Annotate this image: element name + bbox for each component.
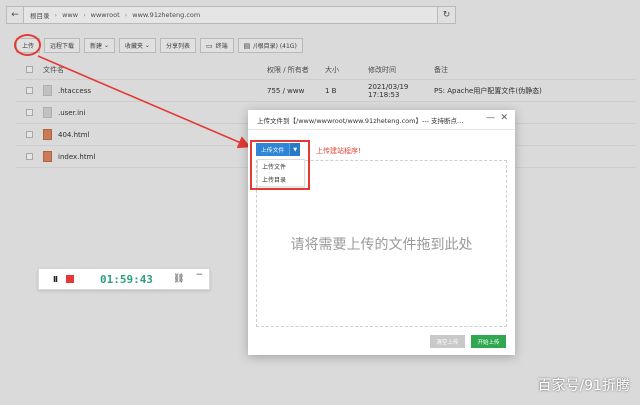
start-upload-button[interactable]: 开始上传: [471, 335, 506, 348]
link-icon[interactable]: ⛓: [173, 274, 184, 284]
dialog-header: 上传文件到【/www/wwwroot/www.91zheteng.com】---…: [248, 110, 515, 130]
upload-annotation-text: 上传建站程序!: [316, 147, 361, 155]
recording-timer: 01:59:43: [99, 272, 153, 286]
watermark: 百家号/91折腾: [537, 378, 630, 394]
clear-upload-button[interactable]: 清空上传: [430, 335, 465, 348]
recorder-minimize-button[interactable]: −: [195, 270, 203, 280]
pause-button[interactable]: II: [53, 275, 58, 284]
drop-hint: 请将需要上传的文件拖到此处: [290, 236, 473, 253]
dialog-minimize-button[interactable]: —: [486, 113, 495, 123]
annotation-box: [250, 140, 310, 190]
dialog-title: 上传文件到【/www/wwwroot/www.91zheteng.com】---…: [257, 116, 464, 125]
screen-recorder: II 01:59:43 ⛓ −: [38, 268, 210, 290]
stop-button[interactable]: [65, 275, 74, 283]
dialog-close-button[interactable]: ✕: [500, 113, 508, 123]
annotation-circle: [14, 34, 41, 56]
